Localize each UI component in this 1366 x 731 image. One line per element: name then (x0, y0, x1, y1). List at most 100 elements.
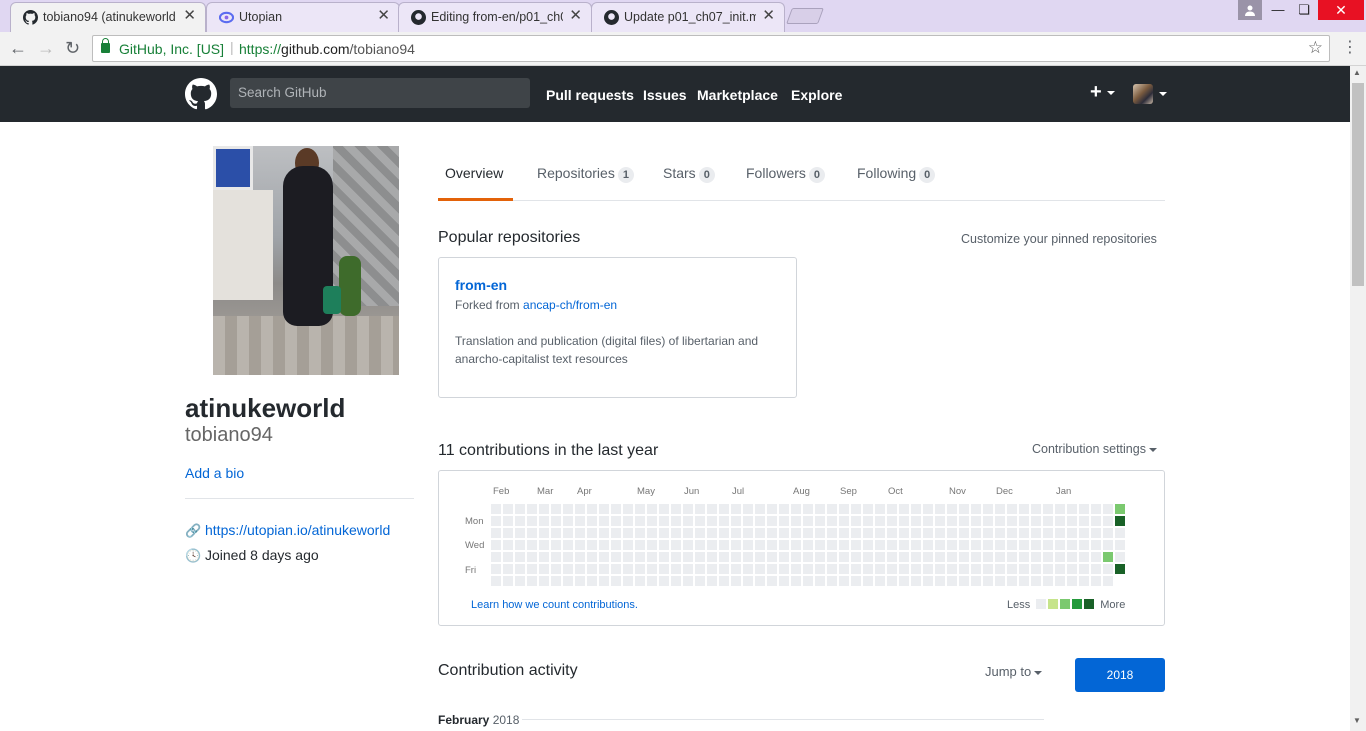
contribution-day[interactable] (839, 552, 849, 562)
contribution-day[interactable] (1079, 576, 1089, 586)
contribution-day[interactable] (779, 576, 789, 586)
contribution-day[interactable] (743, 540, 753, 550)
contribution-day[interactable] (923, 516, 933, 526)
contribution-day[interactable] (1079, 564, 1089, 574)
contribution-day[interactable] (659, 552, 669, 562)
contribution-day[interactable] (1019, 504, 1029, 514)
contribution-day[interactable] (563, 576, 573, 586)
contribution-day[interactable] (767, 516, 777, 526)
browser-tab-active[interactable]: tobiano94 (atinukeworld ✕ (10, 2, 206, 33)
contribution-day[interactable] (491, 576, 501, 586)
contribution-day[interactable] (995, 564, 1005, 574)
contribution-day[interactable] (935, 516, 945, 526)
contribution-day[interactable] (815, 516, 825, 526)
contribution-day[interactable] (947, 576, 957, 586)
contribution-day[interactable] (587, 516, 597, 526)
contribution-day[interactable] (839, 564, 849, 574)
contribution-day[interactable] (827, 516, 837, 526)
contribution-day[interactable] (1055, 576, 1065, 586)
contribution-day[interactable] (887, 516, 897, 526)
contribution-day[interactable] (743, 504, 753, 514)
contribution-day[interactable] (491, 528, 501, 538)
contribution-day[interactable] (1031, 516, 1041, 526)
contribution-day[interactable] (1007, 564, 1017, 574)
contribution-day[interactable] (623, 564, 633, 574)
contribution-day[interactable] (527, 540, 537, 550)
contribution-day[interactable] (563, 540, 573, 550)
contribution-day[interactable] (995, 576, 1005, 586)
contribution-day[interactable] (827, 504, 837, 514)
contribution-day[interactable] (515, 504, 525, 514)
contribution-day[interactable] (683, 540, 693, 550)
contribution-day[interactable] (515, 540, 525, 550)
contribution-day[interactable] (611, 504, 621, 514)
contribution-day[interactable] (731, 540, 741, 550)
website-link[interactable]: https://utopian.io/atinukeworld (205, 522, 390, 538)
contribution-day[interactable] (647, 516, 657, 526)
contribution-day[interactable] (863, 516, 873, 526)
contribution-day[interactable] (875, 540, 885, 550)
contribution-day[interactable] (851, 552, 861, 562)
contribution-day[interactable] (1019, 552, 1029, 562)
contribution-day[interactable] (671, 528, 681, 538)
forked-from-link[interactable]: ancap-ch/from-en (523, 298, 617, 312)
contribution-day[interactable] (923, 564, 933, 574)
contribution-day[interactable] (791, 516, 801, 526)
search-input[interactable]: Search GitHub (230, 78, 530, 108)
contribution-day[interactable] (803, 516, 813, 526)
contribution-day[interactable] (911, 540, 921, 550)
contribution-day[interactable] (947, 504, 957, 514)
contribution-day[interactable] (1043, 576, 1053, 586)
contribution-day[interactable] (1019, 540, 1029, 550)
contribution-day[interactable] (1067, 528, 1077, 538)
contribution-day[interactable] (1007, 504, 1017, 514)
back-icon[interactable]: ← (9, 38, 27, 58)
contribution-day[interactable] (635, 528, 645, 538)
contribution-day[interactable] (1019, 528, 1029, 538)
contribution-day[interactable] (1043, 516, 1053, 526)
contribution-day[interactable] (503, 576, 513, 586)
browser-menu-icon[interactable]: ⋮ (1340, 39, 1360, 59)
contribution-day[interactable] (983, 576, 993, 586)
contribution-day[interactable] (647, 564, 657, 574)
contribution-day[interactable] (863, 540, 873, 550)
contribution-day[interactable] (839, 504, 849, 514)
contribution-day[interactable] (1103, 528, 1113, 538)
contribution-day[interactable] (959, 516, 969, 526)
contribution-day[interactable] (959, 540, 969, 550)
contribution-day[interactable] (599, 504, 609, 514)
tab-following[interactable]: Following 0 (857, 165, 936, 183)
contribution-day[interactable] (815, 540, 825, 550)
contribution-day[interactable] (551, 576, 561, 586)
contribution-day[interactable] (539, 504, 549, 514)
tab-close-icon[interactable]: ✕ (569, 8, 582, 23)
contribution-day[interactable] (707, 504, 717, 514)
contribution-day[interactable] (527, 552, 537, 562)
contribution-day[interactable] (827, 564, 837, 574)
contribution-day[interactable] (659, 576, 669, 586)
contribution-day[interactable] (1103, 564, 1113, 574)
contribution-day[interactable] (875, 564, 885, 574)
nav-issues[interactable]: Issues (643, 87, 687, 103)
contribution-day[interactable] (851, 504, 861, 514)
contribution-day[interactable] (1115, 540, 1125, 550)
contribution-day[interactable] (983, 540, 993, 550)
contribution-day[interactable] (503, 516, 513, 526)
contribution-day[interactable] (599, 528, 609, 538)
contribution-day[interactable] (1055, 540, 1065, 550)
customize-pinned-link[interactable]: Customize your pinned repositories (961, 232, 1157, 246)
contribution-day[interactable] (1055, 516, 1065, 526)
contribution-day[interactable] (899, 528, 909, 538)
contribution-day[interactable] (911, 576, 921, 586)
contribution-day[interactable] (719, 576, 729, 586)
contribution-day[interactable] (659, 516, 669, 526)
contribution-day[interactable] (1043, 552, 1053, 562)
contribution-day[interactable] (947, 564, 957, 574)
contribution-day[interactable] (803, 576, 813, 586)
contribution-day[interactable] (863, 564, 873, 574)
contribution-day[interactable] (659, 504, 669, 514)
contribution-day[interactable] (803, 528, 813, 538)
contribution-day[interactable] (1079, 516, 1089, 526)
repo-name-link[interactable]: from-en (455, 277, 507, 293)
contribution-day[interactable] (887, 576, 897, 586)
